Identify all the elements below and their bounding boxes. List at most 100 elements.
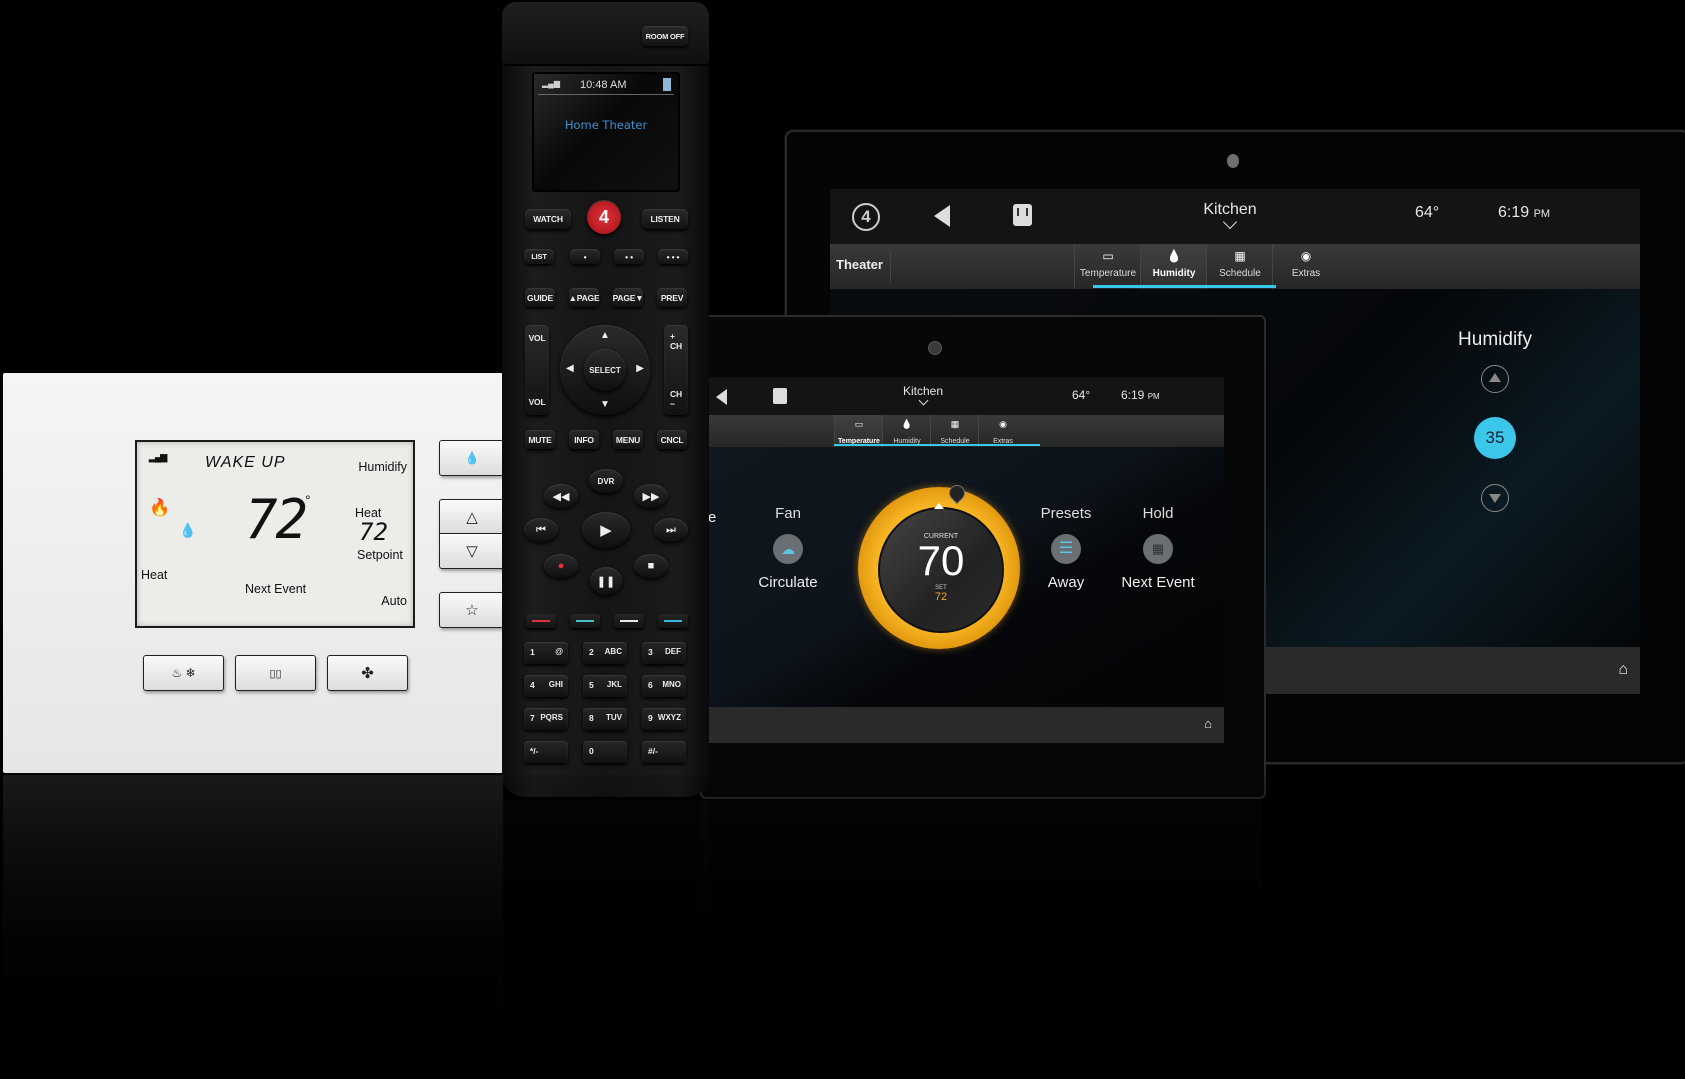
presets-control[interactable]: Presets ☰ Away: [1026, 505, 1106, 591]
back-triangle-icon[interactable]: [934, 205, 950, 227]
tab-temperature[interactable]: ▭ Temperature: [834, 415, 883, 447]
home-icon[interactable]: ⌂: [1204, 716, 1212, 731]
play-button[interactable]: ▶: [582, 512, 630, 548]
clock-ampm: PM: [1533, 208, 1551, 220]
key-7[interactable]: 7 PQRS: [524, 708, 568, 730]
control4-logo-icon[interactable]: 4: [852, 203, 880, 231]
rewind-icon: ◀◀: [552, 490, 570, 503]
pause-button[interactable]: ❚❚: [590, 567, 622, 595]
arrow-up-icon[interactable]: [1481, 365, 1509, 393]
tab-extras[interactable]: ◉ Extras: [978, 415, 1027, 447]
tab-humidity[interactable]: 💧 Humidity: [1140, 244, 1207, 289]
dot1-button[interactable]: •: [570, 249, 600, 264]
fan-button[interactable]: ✤: [327, 655, 408, 691]
listen-button[interactable]: LISTEN: [642, 209, 688, 229]
partial-label: e: [708, 509, 717, 526]
select-button[interactable]: SELECT: [584, 349, 626, 391]
key-9[interactable]: 9 WXYZ: [642, 708, 686, 730]
key-letters: GHI: [548, 680, 563, 689]
key-2[interactable]: 2 ABC: [583, 642, 627, 664]
room-selector[interactable]: Kitchen: [888, 384, 958, 406]
room-device-icon[interactable]: [773, 388, 787, 404]
hold-icon: ▯▯: [269, 667, 282, 680]
color-button-1[interactable]: [526, 614, 556, 628]
room-off-button[interactable]: ROOM OFF: [642, 26, 688, 46]
favorite-button[interactable]: ☆: [439, 592, 505, 628]
mute-button[interactable]: MUTE: [525, 430, 555, 449]
humidify-button[interactable]: 💧: [439, 440, 505, 476]
key-number: */-: [530, 746, 539, 756]
arrow-down-icon[interactable]: [1481, 484, 1509, 512]
rewind-button[interactable]: ◀◀: [544, 484, 578, 508]
next-event: Next Event: [245, 582, 307, 596]
tab-temperature[interactable]: ▭ Temperature: [1074, 244, 1141, 289]
mode-button[interactable]: ♨ ❄: [143, 655, 224, 691]
temp-down-button[interactable]: ▽: [439, 533, 505, 569]
room-device-icon[interactable]: [1013, 204, 1032, 226]
control4-logo-button[interactable]: 4: [587, 200, 621, 234]
clock: 6:19 PM: [1498, 204, 1550, 222]
dvr-button[interactable]: DVR: [589, 469, 623, 493]
cancel-button[interactable]: CNCL: [657, 430, 687, 449]
temp-up-button[interactable]: △: [439, 499, 505, 534]
volume-rocker[interactable]: VOL VOL: [525, 325, 549, 415]
guide-button[interactable]: GUIDE: [525, 288, 555, 307]
fast-forward-button[interactable]: ▶▶: [634, 484, 668, 508]
skip-back-button[interactable]: ⏮: [524, 518, 558, 542]
key-5[interactable]: 5 JKL: [583, 675, 627, 697]
page-up-button[interactable]: ▲PAGE: [569, 288, 600, 307]
home-icon[interactable]: ⌂: [1618, 661, 1628, 679]
key-number: 7: [530, 713, 535, 723]
back-triangle-icon[interactable]: [716, 389, 727, 405]
color-button-4[interactable]: [658, 614, 688, 628]
arrow-down-icon[interactable]: ▼: [600, 399, 610, 410]
key-10[interactable]: */-: [524, 741, 568, 763]
channel-rocker[interactable]: + CH CH −: [664, 325, 688, 415]
tab-humidity[interactable]: 💧 Humidity: [882, 415, 931, 447]
key-1[interactable]: 1 @: [524, 642, 568, 664]
key-4[interactable]: 4 GHI: [524, 675, 568, 697]
key-8[interactable]: 8 TUV: [583, 708, 627, 730]
signal-bars-icon: ▂▄▆: [149, 452, 167, 462]
arrow-up-icon: △: [466, 509, 478, 526]
toggle-icon: ◉: [1300, 249, 1312, 264]
stop-button[interactable]: ■: [634, 554, 668, 578]
fan-control[interactable]: Fan ☁ Circulate: [748, 505, 828, 591]
key-letters: JKL: [606, 680, 622, 689]
arrow-up-icon[interactable]: ▲: [600, 330, 610, 341]
menu-button[interactable]: MENU: [613, 430, 643, 449]
skip-forward-button[interactable]: ⏭: [654, 518, 688, 542]
outside-temp: 64°: [1415, 204, 1440, 221]
tab-schedule[interactable]: ▦ Schedule: [1206, 244, 1273, 289]
key-6[interactable]: 6 MNO: [642, 675, 686, 697]
key-12[interactable]: #/-: [642, 741, 686, 763]
room-selector[interactable]: Kitchen: [1170, 201, 1290, 230]
arrow-left-icon[interactable]: ◀: [566, 363, 574, 374]
list-button[interactable]: LIST: [524, 249, 554, 264]
prev-button[interactable]: PREV: [657, 288, 687, 307]
key-3[interactable]: 3 DEF: [642, 642, 686, 664]
dot2-button[interactable]: • •: [614, 249, 644, 264]
humidify-value[interactable]: 35: [1474, 417, 1516, 459]
color-button-2[interactable]: [570, 614, 600, 628]
play-icon: ▶: [600, 522, 612, 539]
dot3-button[interactable]: • • •: [658, 249, 688, 264]
tab-extras[interactable]: ◉ Extras: [1272, 244, 1339, 289]
monitor-icon: ▭: [854, 418, 864, 429]
page-down-button[interactable]: PAGE▼: [613, 288, 644, 307]
thermostat-dial[interactable]: CURRENT 70 SET 72: [858, 481, 1020, 649]
calendar-icon: ▦: [950, 418, 960, 429]
key-11[interactable]: 0: [583, 741, 627, 763]
droplet-icon: 💧: [901, 418, 913, 429]
arrow-right-icon[interactable]: ▶: [636, 363, 644, 374]
tab-schedule[interactable]: ▦ Schedule: [930, 415, 979, 447]
watch-button[interactable]: WATCH: [525, 209, 571, 229]
dpad[interactable]: ▲ ▼ ◀ ▶ SELECT: [560, 325, 650, 415]
info-button[interactable]: INFO: [569, 430, 599, 449]
color-button-3[interactable]: [614, 614, 644, 628]
theater-label[interactable]: Theater: [836, 257, 883, 272]
flame-icon: 🔥: [149, 498, 171, 517]
hold-control[interactable]: Hold ▦ Next Event: [1108, 505, 1208, 591]
record-button[interactable]: ●: [544, 554, 578, 578]
hold-button[interactable]: ▯▯: [235, 655, 316, 691]
